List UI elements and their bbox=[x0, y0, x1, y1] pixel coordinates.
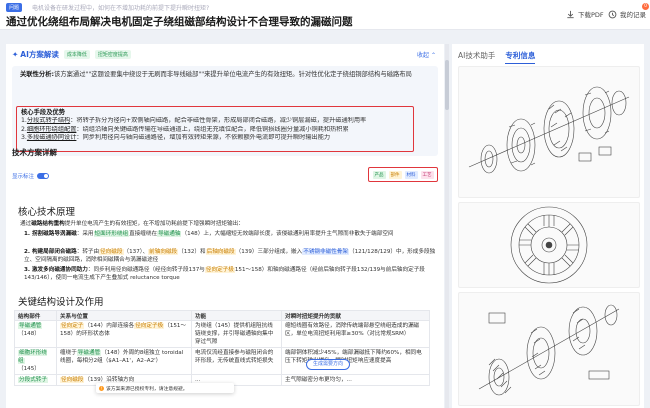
question-text: 电机设备在研发过程中，如何在不增加功耗的前提下提升瞬时扭矩? bbox=[32, 5, 210, 12]
tag-torque: 扭矩密度提高 bbox=[94, 49, 131, 59]
principle-intro: 通过磁路结构重构提升单位电流产生的有效扭矩，在不增加功耗前提下增强瞬时扭矩输出： bbox=[20, 221, 244, 227]
table-row: 细胞环形绕组 （145） 缠绕于导磁通管（148）外周的8组独立 toroidal… bbox=[14, 347, 430, 375]
tab-patent-info[interactable]: 专利信息 bbox=[505, 50, 536, 64]
advantage-item: 2.细胞环形绕组配置：绕组沿轴向关键磁路传输在导磁通道上，绕组无充填位配合，降低… bbox=[21, 125, 349, 133]
annotation-toolbar: 显示标注 产品 部件 材料 工艺 bbox=[12, 166, 438, 186]
table-cell: 缩短线圈有效路径，消除传统端部悬空绕组造成的漏磁区，单位电流扭矩利用率≥30%（… bbox=[281, 320, 430, 348]
advantage-item: 1.分段式转子结构：将转子拆分为径向+双侧轴向磁路，配合非磁性骨架，形成局部闭合… bbox=[21, 117, 367, 124]
principle-title: 核心技术原理 bbox=[18, 207, 76, 218]
chevron-up-icon: ⌃ bbox=[430, 52, 436, 59]
table-cell: 分段式转子 bbox=[14, 374, 57, 386]
generate-direction-button[interactable]: 生成需要方向 bbox=[306, 359, 350, 370]
table-cell: 电流仅流经直接参与磁阻闭合的环形段，无传统直线式转矩损失 bbox=[191, 347, 282, 375]
toast-text: 该方案来源已授权专利，请注意规避。 bbox=[106, 386, 188, 392]
tech-details-heading: 技术方案详解 bbox=[12, 148, 57, 157]
table-header: 功能 bbox=[191, 310, 282, 321]
ai-interpretation-title: ✦ AI方案解读 bbox=[12, 49, 59, 59]
table-cell: 缠绕于导磁通管（148）外周的8组独立 toroidal 线圈，每相分2组（$A… bbox=[56, 347, 192, 375]
table-cell: 主气隙磁密分布更均匀，... bbox=[281, 374, 430, 386]
legend-material[interactable]: 材料 bbox=[404, 170, 418, 179]
left-scrollbar-thumb[interactable] bbox=[445, 60, 449, 110]
sparkle-icon: ✦ bbox=[12, 49, 19, 59]
right-panel: AI技术助手 专利信息 bbox=[452, 44, 644, 408]
legend-process[interactable]: 工艺 bbox=[420, 170, 434, 179]
show-annotation-label: 显示标注 bbox=[12, 174, 35, 180]
table-header: 对瞬时扭矩提升的贡献 bbox=[281, 310, 430, 321]
stator-section-drawing bbox=[510, 206, 588, 284]
advantage-item: 3.多段磁通协同设计：同步利用径向与轴向磁通路径，增加有效转矩来源，不依赖额外电… bbox=[21, 134, 331, 142]
table-cell: 导磁通管 （148） bbox=[14, 320, 57, 348]
collapse-button[interactable]: 收起 ⌃ bbox=[417, 50, 436, 59]
patent-figure-3[interactable] bbox=[458, 292, 640, 406]
my-records-button[interactable]: 我的记录 bbox=[608, 9, 646, 19]
patent-figure-2[interactable] bbox=[458, 202, 640, 288]
question-badge: 问题 bbox=[6, 3, 23, 12]
ai-summary-box: 关联性分析:该方案通过""这题设要集中绕设于无刷而非导线磁部""来提升单位电流产… bbox=[12, 66, 438, 156]
principle-point-3: 3. 激发多向磁通协同助力：同步利用径向磁通路径（经径向转子段137与径向定子极… bbox=[24, 267, 425, 282]
my-records-label: 我的记录 bbox=[620, 11, 646, 19]
show-annotation-toggle[interactable] bbox=[37, 173, 50, 179]
principle-point-1: 1. 拐割磁路导涡漏磁：采用短面环形绕组直接缠绕在导磁通轴（148）上，大幅缩短… bbox=[24, 231, 394, 237]
legend-component[interactable]: 部件 bbox=[388, 170, 402, 179]
motor-exploded-drawing bbox=[468, 86, 630, 174]
patent-figure-1[interactable] bbox=[458, 66, 640, 198]
correlation-analysis: 关联性分析:该方案通过""这题设要集中绕设于无刷而非导线磁部""来提升单位电流产… bbox=[20, 71, 412, 78]
warning-icon: ! bbox=[99, 385, 104, 391]
structure-title: 关键结构设计及作用 bbox=[18, 297, 104, 308]
tag-cost: 成本降低 bbox=[63, 49, 90, 59]
download-pdf-label: 下载PDF bbox=[578, 11, 604, 19]
notification-badge: 0 bbox=[642, 3, 649, 10]
legend-product[interactable]: 产品 bbox=[372, 170, 386, 179]
ai-interpretation-header: ✦ AI方案解读 成本降低 扭矩密度提高 bbox=[6, 44, 444, 64]
table-cell: 径向定子（144）内部连接各径向定子极（151～158）的环形状态体 bbox=[56, 320, 192, 348]
download-pdf-button[interactable]: 下载PDF bbox=[566, 9, 604, 19]
download-icon bbox=[567, 10, 574, 18]
patent-warning-toast: ! 该方案来源已授权专利，请注意规避。 bbox=[96, 383, 234, 393]
right-tabs: AI技术助手 专利信息 bbox=[458, 50, 536, 64]
annotation-legend: 产品 部件 材料 工艺 bbox=[368, 167, 438, 182]
top-bar: 问题 电机设备在研发过程中，如何在不增加功耗的前提下提升瞬时扭矩? 通过优化绕组… bbox=[0, 0, 650, 30]
table-header: 结构部件 bbox=[14, 310, 57, 321]
tab-ai-assistant[interactable]: AI技术助手 bbox=[458, 50, 495, 64]
table-header: 关系与位置 bbox=[56, 310, 192, 321]
winding-detail-drawing bbox=[478, 304, 620, 396]
advantages-title: 核心手段及优势 bbox=[21, 109, 66, 116]
history-icon bbox=[608, 10, 617, 18]
table-cell: 细胞环形绕组 （145） bbox=[14, 347, 57, 375]
table-cell: 端部铜体积减少45%，端部漏磁抵下降约60%，相同电压下转矩输出提升，瞬时扭矩响… bbox=[281, 347, 430, 375]
page-title: 通过优化绕组布局解决电机固定子绕组磁部结构设计不合理导致的漏磁问题 bbox=[6, 16, 353, 28]
table-row: 导磁通管 （148） 径向定子（144）内部连接各径向定子极（151～158）的环… bbox=[14, 320, 430, 348]
core-advantages-box: 核心手段及优势 1.分段式转子结构：将转子拆分为径向+双侧轴向磁路，配合非磁性骨… bbox=[16, 106, 414, 152]
table-cell: 为绕组（145）提供机组阻抗线链绕支撑，并引导磁通轴向集中穿过气隙 bbox=[191, 320, 282, 348]
structure-table: 结构部件 关系与位置 功能 对瞬时扭矩提升的贡献 导磁通管 （148） 径向定子（… bbox=[14, 310, 430, 386]
principle-point-2: 2. 构建局部闭合磁路：转子由径向磁段（137）、前轴向磁段（132）和后轴向磁… bbox=[24, 249, 436, 264]
